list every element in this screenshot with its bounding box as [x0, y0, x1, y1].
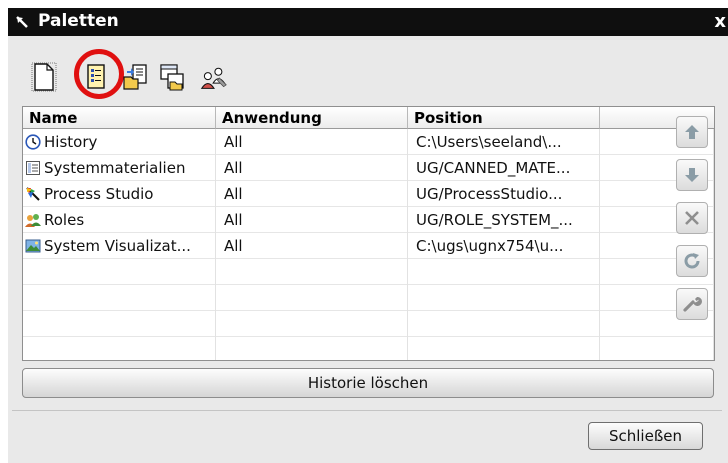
remove-icon	[685, 211, 699, 225]
wrench-icon	[683, 296, 702, 312]
roles-icon	[25, 214, 41, 227]
material-list-icon	[26, 161, 40, 175]
row-application: All	[216, 155, 408, 181]
row-position: C:\Users\seeland\...	[408, 129, 600, 155]
table-row[interactable]: History All C:\Users\seeland\...	[23, 129, 714, 155]
close-window-icon[interactable]: x	[714, 11, 726, 32]
title-bar: Paletten x	[8, 8, 728, 36]
column-header-application[interactable]: Anwendung	[216, 107, 408, 129]
open-folder-palette-icon[interactable]	[122, 62, 150, 92]
empty-table-row	[23, 259, 714, 285]
separator	[12, 410, 722, 411]
remove-button[interactable]	[676, 202, 708, 234]
table-row[interactable]: System Visualizat... All C:\ugs\ugnx754\…	[23, 233, 714, 259]
row-position: C:\ugs\ugnx754\u...	[408, 233, 600, 259]
empty-table-row	[23, 311, 714, 337]
palette-table[interactable]: Name Anwendung Position History All C:\U…	[22, 106, 715, 361]
roles-palette-icon[interactable]	[200, 62, 228, 92]
open-palette-icon[interactable]	[82, 62, 110, 92]
process-studio-icon	[26, 187, 40, 201]
move-down-button[interactable]	[676, 159, 708, 191]
load-palette-icon[interactable]	[158, 62, 186, 92]
empty-table-row	[23, 285, 714, 311]
row-name: History	[44, 133, 98, 151]
row-application: All	[216, 207, 408, 233]
column-header-position[interactable]: Position	[408, 107, 600, 129]
move-up-icon	[685, 125, 699, 139]
row-application: All	[216, 129, 408, 155]
column-header-name[interactable]: Name	[23, 107, 216, 129]
row-position: UG/CANNED_MATE...	[408, 155, 600, 181]
properties-button[interactable]	[676, 288, 708, 320]
refresh-icon	[684, 253, 700, 269]
clear-history-button[interactable]: Historie löschen	[22, 368, 714, 398]
empty-table-row	[23, 337, 714, 360]
table-row[interactable]: Roles All UG/ROLE_SYSTEM_...	[23, 207, 714, 233]
row-name: Systemmaterialien	[44, 159, 186, 177]
row-name: Roles	[44, 211, 85, 229]
move-up-button[interactable]	[676, 116, 708, 148]
row-name: Process Studio	[44, 185, 154, 203]
window-title: Paletten	[38, 11, 119, 31]
row-application: All	[216, 233, 408, 259]
new-page-icon[interactable]	[30, 62, 58, 92]
landscape-icon	[25, 239, 41, 253]
row-position: UG/ProcessStudio...	[408, 181, 600, 207]
pin-icon[interactable]	[14, 14, 30, 30]
refresh-button[interactable]	[676, 245, 708, 277]
table-row[interactable]: Process Studio All UG/ProcessStudio...	[23, 181, 714, 207]
row-position: UG/ROLE_SYSTEM_...	[408, 207, 600, 233]
close-button[interactable]: Schließen	[588, 422, 703, 450]
clock-icon	[25, 134, 41, 150]
row-application: All	[216, 181, 408, 207]
move-down-icon	[685, 168, 699, 182]
dialog-body: Name Anwendung Position History All C:\U…	[8, 36, 728, 463]
table-row[interactable]: Systemmaterialien All UG/CANNED_MATE...	[23, 155, 714, 181]
row-name: System Visualizat...	[44, 237, 191, 255]
